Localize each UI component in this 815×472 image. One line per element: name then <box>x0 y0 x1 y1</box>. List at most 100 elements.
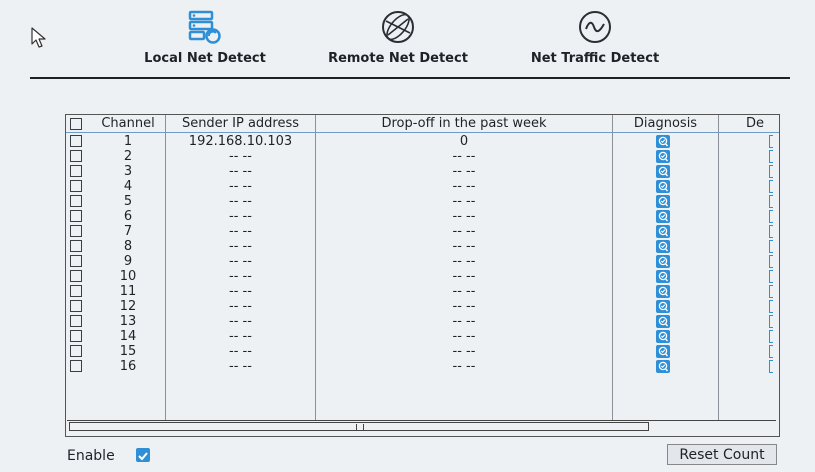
ip-cell: -- -- <box>229 284 252 299</box>
detail-icon[interactable] <box>769 180 773 193</box>
detail-icon[interactable] <box>769 150 773 163</box>
table-row[interactable]: 12 -- -- -- -- <box>66 299 779 314</box>
table-row[interactable]: 1 192.168.10.103 0 <box>66 134 779 149</box>
table-row[interactable]: 13 -- -- -- -- <box>66 314 779 329</box>
dropoff-cell: -- -- <box>452 179 476 194</box>
row-checkbox[interactable] <box>70 300 82 312</box>
detail-icon[interactable] <box>769 285 773 298</box>
row-checkbox[interactable] <box>70 150 82 162</box>
detail-icon[interactable] <box>769 330 773 343</box>
detect-tabs: Local Net Detect Remote Net Detect Net T… <box>130 5 690 75</box>
table-row[interactable]: 9 -- -- -- -- <box>66 254 779 269</box>
diagnosis-icon[interactable] <box>656 345 670 358</box>
diagnosis-icon[interactable] <box>656 240 670 253</box>
ip-cell: -- -- <box>229 344 252 359</box>
dropoff-cell: -- -- <box>452 299 476 314</box>
diagnosis-icon[interactable] <box>656 270 670 283</box>
header-de[interactable]: De <box>719 116 779 132</box>
diagnosis-icon[interactable] <box>656 300 670 313</box>
table-row[interactable]: 6 -- -- -- -- <box>66 209 779 224</box>
header-channel[interactable]: Channel <box>92 116 164 132</box>
detail-icon[interactable] <box>769 225 773 238</box>
row-checkbox[interactable] <box>70 255 82 267</box>
detail-icon[interactable] <box>769 195 773 208</box>
dropoff-cell: -- -- <box>452 314 476 329</box>
channel-cell: 2 <box>123 149 133 164</box>
channel-cell: 11 <box>119 284 137 299</box>
dropoff-cell: -- -- <box>452 359 476 374</box>
diagnosis-icon[interactable] <box>656 135 670 148</box>
enable-checkbox[interactable] <box>136 448 150 462</box>
table-row[interactable]: 8 -- -- -- -- <box>66 239 779 254</box>
table-row[interactable]: 15 -- -- -- -- <box>66 344 779 359</box>
diagnosis-icon[interactable] <box>656 360 670 373</box>
row-checkbox[interactable] <box>70 315 82 327</box>
ip-cell: -- -- <box>229 239 252 254</box>
row-checkbox[interactable] <box>70 345 82 357</box>
diagnosis-icon[interactable] <box>656 285 670 298</box>
row-checkbox[interactable] <box>70 210 82 222</box>
diagnosis-icon[interactable] <box>656 150 670 163</box>
table-row[interactable]: 10 -- -- -- -- <box>66 269 779 284</box>
diagnosis-icon[interactable] <box>656 315 670 328</box>
header-diagnosis[interactable]: Diagnosis <box>613 116 718 132</box>
detail-icon[interactable] <box>769 360 773 373</box>
dropoff-cell: -- -- <box>452 269 476 284</box>
dropoff-cell: -- -- <box>452 284 476 299</box>
dropoff-cell: -- -- <box>452 149 476 164</box>
detail-icon[interactable] <box>769 345 773 358</box>
row-checkbox[interactable] <box>70 240 82 252</box>
dropoff-cell: -- -- <box>452 254 476 269</box>
table-row[interactable]: 5 -- -- -- -- <box>66 194 779 209</box>
table-row[interactable]: 14 -- -- -- -- <box>66 329 779 344</box>
diagnosis-icon[interactable] <box>656 225 670 238</box>
row-checkbox[interactable] <box>70 225 82 237</box>
diagnosis-icon[interactable] <box>656 330 670 343</box>
row-checkbox[interactable] <box>70 180 82 192</box>
table-row[interactable]: 11 -- -- -- -- <box>66 284 779 299</box>
ip-cell: -- -- <box>229 314 252 329</box>
detail-icon[interactable] <box>769 135 773 148</box>
tab-remote-net-detect[interactable]: Remote Net Detect <box>318 5 478 75</box>
detail-icon[interactable] <box>769 300 773 313</box>
diagnosis-icon[interactable] <box>656 165 670 178</box>
tab-net-traffic-detect[interactable]: Net Traffic Detect <box>515 5 675 75</box>
row-checkbox[interactable] <box>70 165 82 177</box>
horizontal-scrollbar[interactable] <box>67 420 776 433</box>
detail-icon[interactable] <box>769 270 773 283</box>
row-checkbox[interactable] <box>70 135 82 147</box>
table-row[interactable]: 16 -- -- -- -- <box>66 359 779 374</box>
select-all-checkbox[interactable] <box>70 118 82 130</box>
ip-cell: -- -- <box>229 194 252 209</box>
row-checkbox[interactable] <box>70 330 82 342</box>
globe-icon <box>382 11 414 43</box>
detail-icon[interactable] <box>769 315 773 328</box>
dropoff-cell: -- -- <box>452 209 476 224</box>
channel-cell: 15 <box>119 344 137 359</box>
reset-count-button[interactable]: Reset Count <box>667 444 777 465</box>
channel-cell: 1 <box>123 134 133 149</box>
detail-icon[interactable] <box>769 255 773 268</box>
check-icon <box>138 452 148 461</box>
header-sender-ip[interactable]: Sender IP address <box>166 116 315 132</box>
table-row[interactable]: 2 -- -- -- -- <box>66 149 779 164</box>
table-row[interactable]: 3 -- -- -- -- <box>66 164 779 179</box>
row-checkbox[interactable] <box>70 285 82 297</box>
channel-cell: 10 <box>119 269 137 284</box>
diagnosis-icon[interactable] <box>656 180 670 193</box>
diagnosis-icon[interactable] <box>656 210 670 223</box>
row-checkbox[interactable] <box>70 360 82 372</box>
detail-icon[interactable] <box>769 210 773 223</box>
table-row[interactable]: 7 -- -- -- -- <box>66 224 779 239</box>
header-dropoff[interactable]: Drop-off in the past week <box>316 116 612 132</box>
detail-icon[interactable] <box>769 165 773 178</box>
diagnosis-icon[interactable] <box>656 195 670 208</box>
row-checkbox[interactable] <box>70 270 82 282</box>
detail-icon[interactable] <box>769 240 773 253</box>
scrollbar-thumb[interactable] <box>69 422 649 431</box>
row-checkbox[interactable] <box>70 195 82 207</box>
table-row[interactable]: 4 -- -- -- -- <box>66 179 779 194</box>
tab-local-net-detect[interactable]: Local Net Detect <box>130 5 280 75</box>
diagnosis-icon[interactable] <box>656 255 670 268</box>
channel-cell: 12 <box>119 299 137 314</box>
